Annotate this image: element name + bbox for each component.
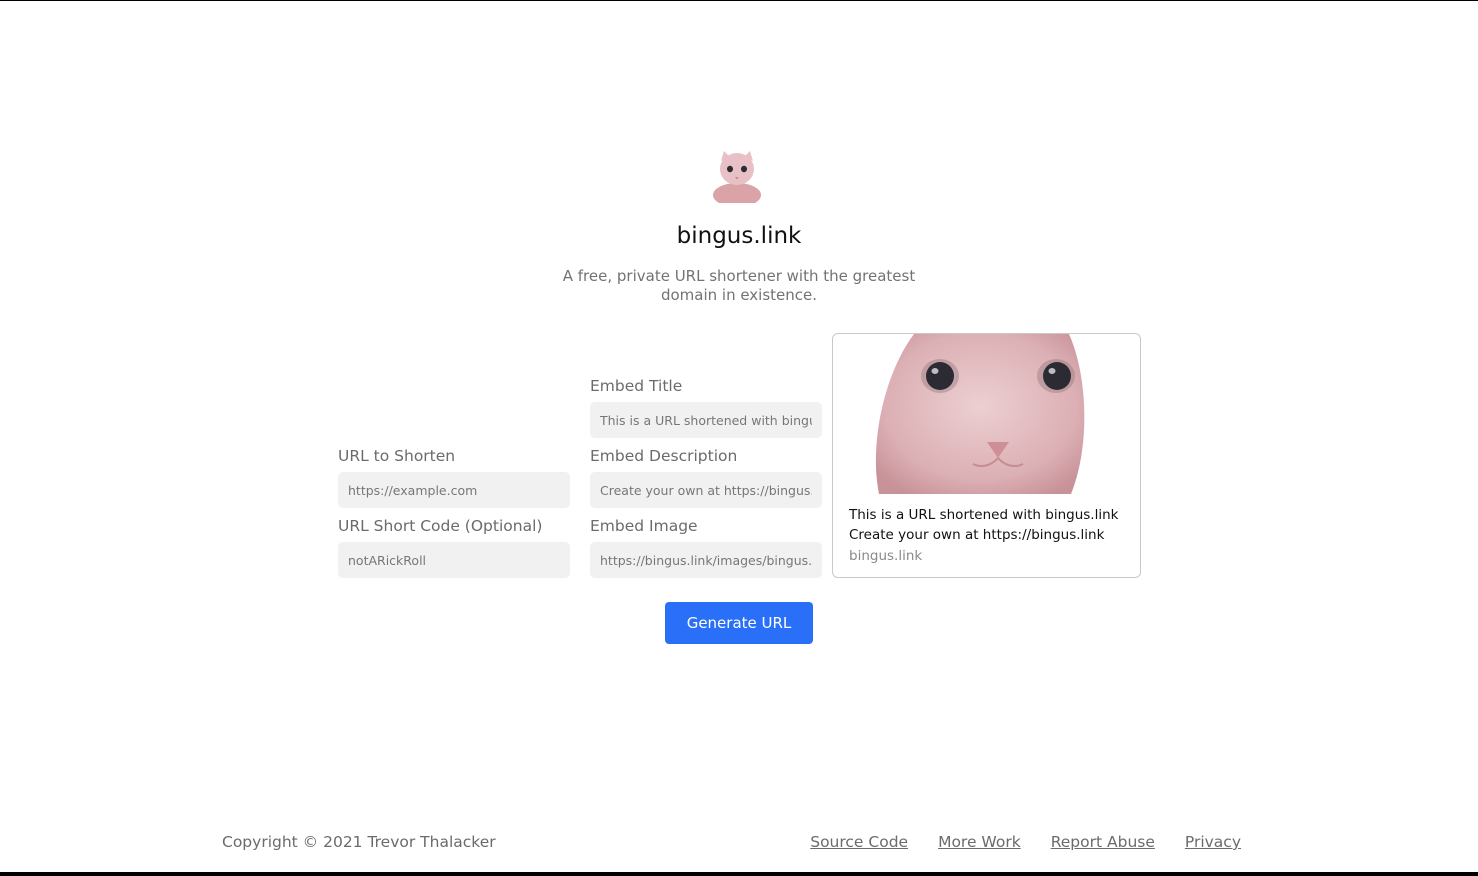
url-to-shorten-label: URL to Shorten [338,447,456,465]
preview-domain: bingus.link [849,548,923,564]
short-code-label: URL Short Code (Optional) [338,517,543,535]
preview-title: This is a URL shortened with bingus.link [849,507,1119,523]
embed-description-input[interactable] [590,472,822,508]
generate-url-button[interactable]: Generate URL [665,602,813,644]
site-title: bingus.link [676,223,802,249]
more-work-link[interactable]: More Work [938,833,1021,851]
embed-preview-card: This is a URL shortened with bingus.link… [832,333,1141,578]
preview-cat-image [859,334,1097,494]
footer-links: Source Code More Work Report Abuse Priva… [810,833,1241,851]
embed-description-label: Embed Description [590,447,738,465]
privacy-link[interactable]: Privacy [1185,833,1241,851]
embed-image-input[interactable] [590,542,822,578]
pink-cat-icon [713,151,761,203]
source-code-link[interactable]: Source Code [810,833,908,851]
short-code-input[interactable] [338,542,570,578]
site-tagline: A free, private URL shortener with the g… [562,267,916,304]
url-to-shorten-input[interactable] [338,472,570,508]
embed-title-label: Embed Title [590,377,683,395]
copyright-text: Copyright © 2021 Trevor Thalacker [222,833,496,851]
preview-description: Create your own at https://bingus.link [849,527,1105,543]
report-abuse-link[interactable]: Report Abuse [1051,833,1155,851]
embed-image-label: Embed Image [590,517,698,535]
embed-title-input[interactable] [590,402,822,438]
